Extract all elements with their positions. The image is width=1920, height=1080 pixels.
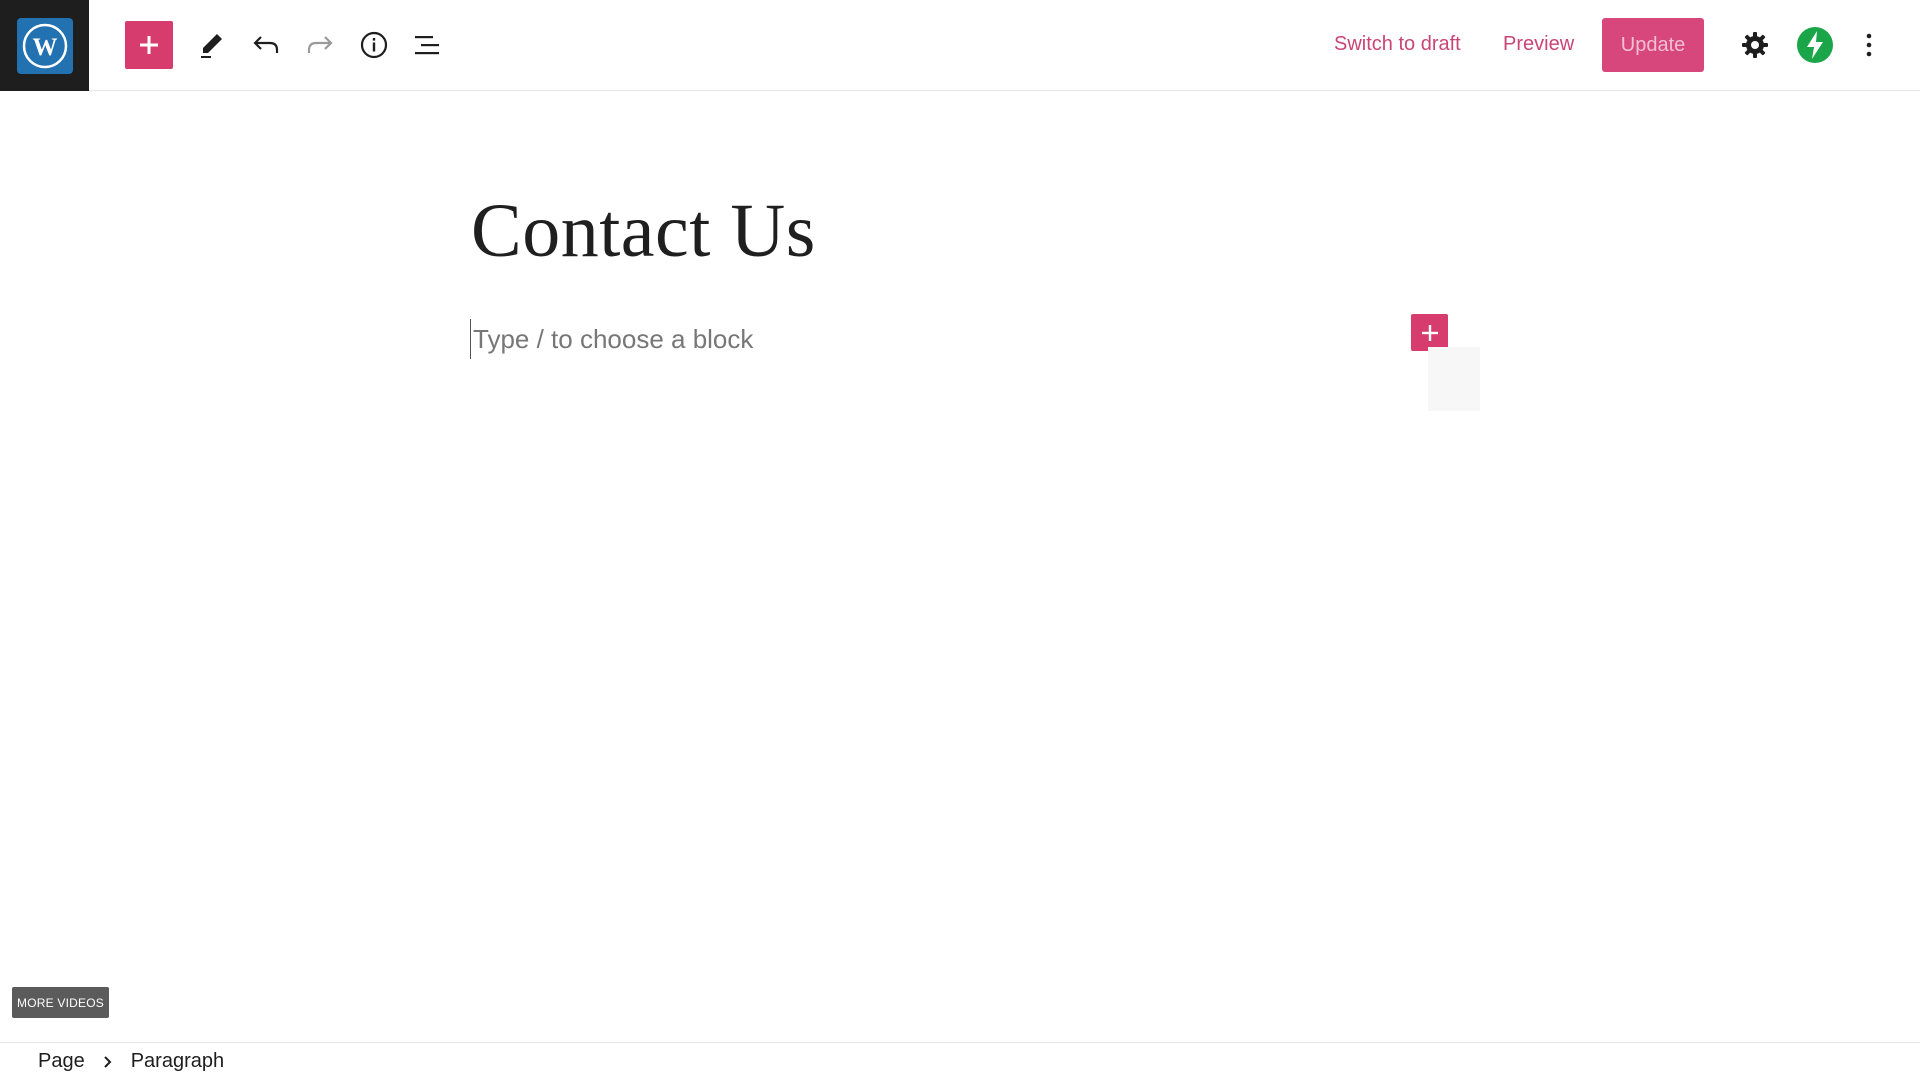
editor-canvas: Contact Us Type / to choose a block — [0, 92, 1920, 1042]
svg-text:W: W — [32, 34, 57, 61]
list-view-button[interactable] — [406, 23, 450, 67]
block-breadcrumb: Page Paragraph — [0, 1042, 1920, 1080]
plus-icon — [140, 36, 158, 54]
pencil-icon — [201, 34, 222, 58]
editor-top-toolbar: W Switch to draft Preview Update — [0, 0, 1920, 91]
lightning-icon — [1797, 27, 1833, 63]
redo-icon — [307, 36, 333, 53]
breadcrumb-item-page[interactable]: Page — [38, 1050, 85, 1073]
update-button[interactable]: Update — [1602, 18, 1704, 72]
more-videos-button[interactable]: MORE VIDEOS — [12, 987, 109, 1018]
empty-paragraph-block[interactable]: Type / to choose a block — [470, 319, 753, 359]
info-icon — [360, 31, 388, 59]
redo-button[interactable] — [298, 23, 342, 67]
switch-to-draft-button[interactable]: Switch to draft — [1334, 33, 1461, 56]
page-title[interactable]: Contact Us — [471, 188, 816, 275]
undo-icon — [253, 36, 279, 53]
preview-button[interactable]: Preview — [1503, 33, 1574, 56]
settings-button[interactable] — [1733, 23, 1777, 67]
chevron-right-icon — [103, 1055, 113, 1069]
undo-button[interactable] — [244, 23, 288, 67]
gear-icon — [1742, 32, 1768, 58]
performance-button[interactable] — [1793, 23, 1837, 67]
tools-button[interactable] — [189, 23, 233, 67]
wordpress-logo-button[interactable]: W — [0, 0, 89, 91]
plus-icon — [1421, 324, 1438, 341]
inserter-shadow — [1428, 347, 1480, 411]
more-vertical-icon — [1866, 33, 1872, 57]
details-button[interactable] — [352, 23, 396, 67]
list-view-icon — [415, 36, 439, 55]
inline-add-block-button[interactable] — [1411, 314, 1448, 351]
options-button[interactable] — [1847, 23, 1891, 67]
wordpress-logo-icon: W — [16, 17, 73, 74]
add-block-button[interactable] — [125, 21, 173, 69]
breadcrumb-item-paragraph[interactable]: Paragraph — [131, 1050, 224, 1073]
